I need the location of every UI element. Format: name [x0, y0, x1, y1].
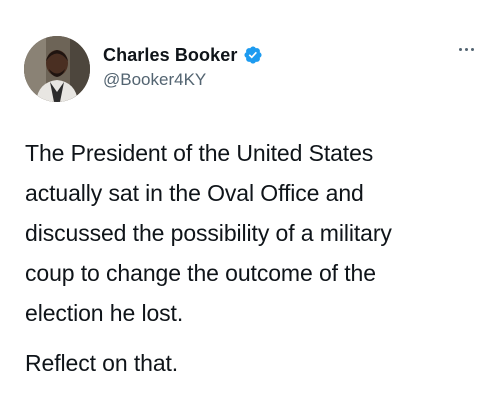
more-options-button[interactable]: [455, 42, 478, 57]
author-name-row: Charles Booker: [103, 44, 263, 66]
more-dots-icon: [471, 48, 474, 51]
tweet-paragraph: The President of the United States actua…: [25, 140, 392, 326]
more-dots-icon: [465, 48, 468, 51]
author-handle[interactable]: @Booker4KY: [103, 70, 206, 90]
author-display-name[interactable]: Charles Booker: [103, 45, 237, 66]
tweet-card: Charles Booker @Booker4KY The President …: [0, 0, 500, 416]
avatar[interactable]: [24, 36, 90, 102]
verified-badge-icon: [243, 45, 263, 65]
tweet-paragraph: Reflect on that.: [25, 350, 179, 376]
profile-photo-icon: [24, 36, 90, 102]
tweet-text: The President of the United States actua…: [25, 133, 485, 383]
more-dots-icon: [459, 48, 462, 51]
